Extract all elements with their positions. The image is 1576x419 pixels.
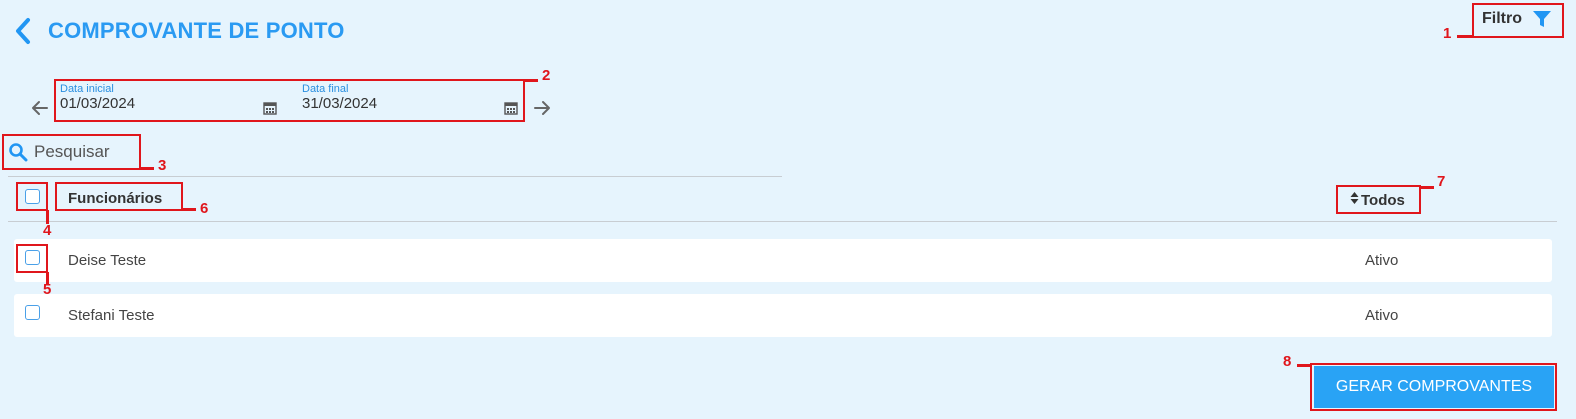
annotation-box-3: [2, 134, 141, 170]
annotation-label-7: 7: [1437, 173, 1446, 190]
table-header-divider: [8, 221, 1557, 222]
annotation-box-7: [1336, 185, 1421, 214]
annotation-box-2: [54, 79, 525, 122]
arrow-right-icon[interactable]: [533, 99, 551, 117]
annotation-line-6: [182, 208, 196, 211]
arrow-left-icon[interactable]: [31, 99, 49, 117]
annotation-line-2: [524, 79, 538, 82]
search-underline: [8, 176, 782, 177]
annotation-label-4: 4: [43, 222, 52, 239]
back-icon[interactable]: [12, 16, 36, 46]
page-title: COMPROVANTE DE PONTO: [48, 18, 345, 43]
employee-name: Stefani Teste: [68, 307, 155, 324]
annotation-box-4: [16, 182, 48, 211]
table-row[interactable]: Deise Teste Ativo: [14, 239, 1552, 282]
annotation-label-8: 8: [1283, 353, 1292, 370]
annotation-box-6: [55, 182, 183, 211]
annotation-line-7: [1420, 186, 1434, 189]
annotation-box-1: [1472, 3, 1564, 38]
row-checkbox[interactable]: [25, 305, 40, 320]
table-row[interactable]: Stefani Teste Ativo: [14, 294, 1552, 337]
annotation-line-8: [1297, 364, 1311, 367]
employee-name: Deise Teste: [68, 252, 147, 269]
annotation-label-1: 1: [1443, 25, 1452, 42]
annotation-line-3: [140, 167, 154, 170]
annotation-label-6: 6: [200, 200, 209, 217]
employee-status: Ativo: [1365, 252, 1399, 269]
annotation-line-1: [1457, 35, 1473, 38]
annotation-box-8: [1310, 363, 1557, 411]
annotation-box-5: [16, 244, 48, 273]
employee-status: Ativo: [1365, 307, 1399, 324]
annotation-label-5: 5: [43, 281, 52, 298]
annotation-label-3: 3: [158, 157, 167, 174]
annotation-label-2: 2: [542, 67, 551, 84]
